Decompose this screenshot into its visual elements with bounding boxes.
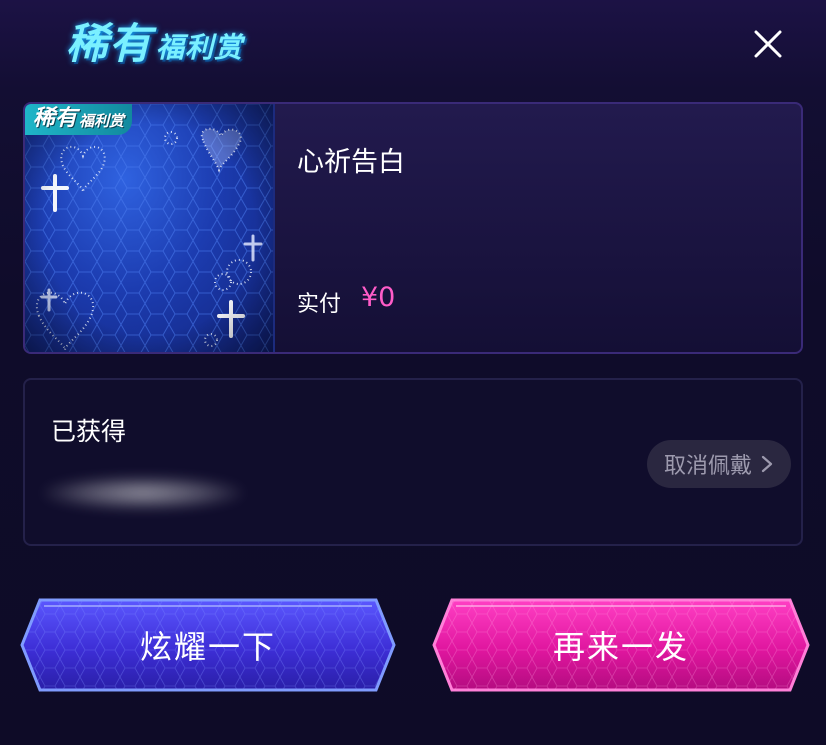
draw-again-button[interactable]: 再来一发	[432, 596, 810, 694]
cancel-wear-label: 取消佩戴	[663, 454, 752, 479]
blurred-content	[43, 476, 243, 510]
chevron-right-icon	[761, 455, 773, 473]
prize-name: 心祈告白	[297, 147, 405, 178]
hearts-cross-artwork	[25, 104, 273, 352]
prize-thumbnail: 稀有 福利赏	[25, 104, 275, 352]
cancel-wear-button[interactable]: 取消佩戴	[647, 440, 791, 488]
close-icon	[754, 30, 782, 58]
close-button[interactable]	[750, 26, 786, 62]
draw-again-label: 再来一发	[552, 628, 689, 666]
paid-amount: ¥0	[361, 282, 396, 313]
logo-main-text: 稀有	[66, 19, 153, 68]
prize-card: 稀有 福利赏 心祈告白 实付 ¥0	[23, 102, 803, 354]
badge-sub-text: 福利赏	[79, 112, 125, 130]
obtained-title: 已获得	[51, 417, 127, 446]
rare-welfare-logo: 稀有 福利赏	[66, 18, 243, 70]
show-off-label: 炫耀一下	[139, 628, 276, 666]
obtained-panel: 已获得 取消佩戴	[23, 378, 803, 546]
paid-label: 实付	[297, 292, 342, 317]
show-off-button[interactable]: 炫耀一下	[20, 596, 396, 694]
badge-main-text: 稀有	[33, 106, 78, 131]
logo-sub-text: 福利赏	[156, 31, 244, 64]
rare-welfare-badge: 稀有 福利赏	[25, 104, 133, 135]
